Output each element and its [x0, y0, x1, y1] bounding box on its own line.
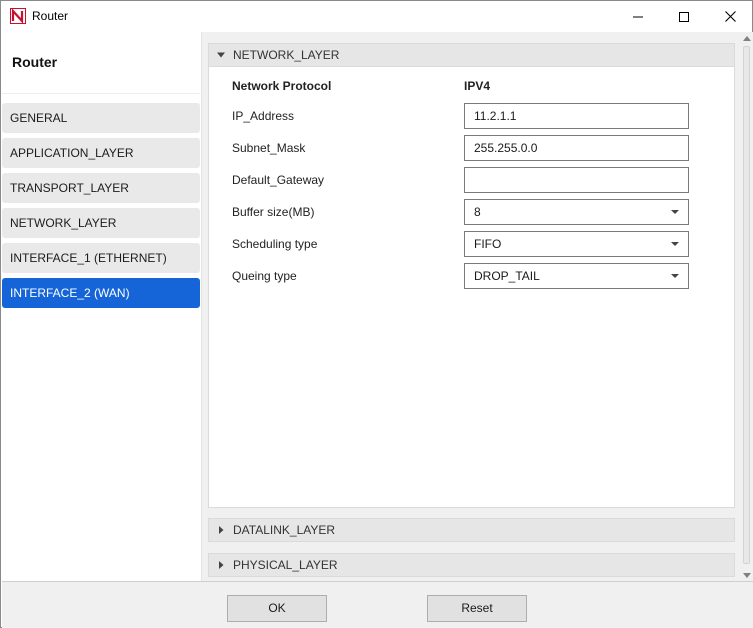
caret-right-icon — [219, 526, 224, 534]
scroll-thumb[interactable] — [743, 46, 750, 564]
dropdown-arrow-icon — [671, 210, 679, 214]
section-label-physical-layer: PHYSICAL_LAYER — [233, 558, 338, 572]
scheduling-type-label: Scheduling type — [232, 237, 318, 251]
section-header-physical-layer[interactable]: PHYSICAL_LAYER — [208, 553, 735, 577]
section-header-network-layer[interactable]: NETWORK_LAYER — [208, 43, 735, 67]
queing-type-value: DROP_TAIL — [474, 269, 540, 283]
router-dialog: Router Router GENERAL APPLICATION_LAYER … — [0, 0, 753, 628]
ok-button[interactable]: OK — [227, 595, 327, 622]
scheduling-type-value: FIFO — [474, 237, 502, 251]
window-title: Router — [32, 9, 69, 23]
default-gateway-input[interactable] — [464, 167, 689, 193]
default-gateway-label: Default_Gateway — [232, 173, 325, 187]
nav-item-transport-layer[interactable]: TRANSPORT_LAYER — [2, 173, 200, 203]
section-header-datalink-layer[interactable]: DATALINK_LAYER — [208, 518, 735, 542]
subnet-mask-label: Subnet_Mask — [232, 141, 306, 155]
nav-item-interface-1[interactable]: INTERFACE_1 (ETHERNET) — [2, 243, 200, 273]
subnet-mask-input[interactable]: 255.255.0.0 — [464, 135, 689, 161]
nav-item-interface-2[interactable]: INTERFACE_2 (WAN) — [2, 278, 200, 308]
dialog-button-bar — [2, 581, 753, 628]
maximize-button[interactable] — [661, 1, 707, 32]
network-protocol-label: Network Protocol — [232, 79, 332, 93]
divider — [2, 93, 202, 94]
title-bar: Router — [1, 1, 752, 32]
dropdown-arrow-icon — [671, 242, 679, 246]
close-button[interactable] — [707, 1, 753, 32]
nav-item-application-layer[interactable]: APPLICATION_LAYER — [2, 138, 200, 168]
buffer-size-label: Buffer size(MB) — [232, 205, 315, 219]
queing-type-select[interactable]: DROP_TAIL — [464, 263, 689, 289]
nav-item-network-layer[interactable]: NETWORK_LAYER — [2, 208, 200, 238]
nav-item-general[interactable]: GENERAL — [2, 103, 200, 133]
close-icon — [724, 11, 736, 22]
minimize-button[interactable] — [615, 1, 661, 32]
dropdown-arrow-icon — [671, 274, 679, 278]
reset-button[interactable]: Reset — [427, 595, 527, 622]
buffer-size-select[interactable]: 8 — [464, 199, 689, 225]
ip-address-input[interactable]: 11.2.1.1 — [464, 103, 689, 129]
scheduling-type-select[interactable]: FIFO — [464, 231, 689, 257]
network-protocol-value: IPV4 — [464, 79, 491, 93]
section-label-network-layer: NETWORK_LAYER — [233, 48, 340, 62]
app-logo-icon — [10, 8, 26, 24]
ip-address-label: IP_Address — [232, 109, 295, 123]
maximize-icon — [679, 11, 689, 22]
device-name-heading: Router — [12, 54, 58, 70]
section-label-datalink-layer: DATALINK_LAYER — [233, 523, 336, 537]
minimize-icon — [633, 16, 643, 17]
caret-right-icon — [219, 561, 224, 569]
vertical-scrollbar[interactable] — [740, 32, 753, 581]
caret-down-icon — [217, 52, 225, 58]
scroll-up-icon[interactable] — [743, 36, 751, 41]
queing-type-label: Queing type — [232, 269, 297, 283]
scroll-down-icon[interactable] — [743, 573, 751, 578]
buffer-size-value: 8 — [474, 205, 481, 219]
